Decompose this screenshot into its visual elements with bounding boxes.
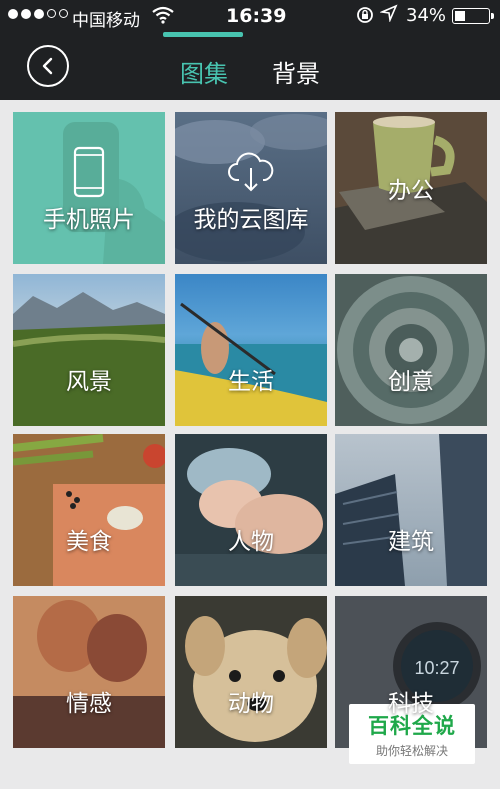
battery-icon xyxy=(452,8,494,24)
category-label: 科技 xyxy=(388,691,434,717)
category-label: 人物 xyxy=(228,529,274,555)
tab-indicator xyxy=(163,32,243,37)
wifi-icon xyxy=(152,6,174,29)
couple-image xyxy=(13,596,165,748)
kayak-image xyxy=(175,302,327,426)
battery-percent: 34% xyxy=(406,5,447,26)
category-label: 手机照片 xyxy=(43,207,135,233)
landscape-image xyxy=(13,292,165,426)
spiral-staircase-image xyxy=(337,276,485,424)
tab-gallery[interactable]: 图集 xyxy=(180,54,228,89)
category-tile-my-cloud[interactable]: 我的云图库 xyxy=(175,112,327,264)
category-label: 动物 xyxy=(228,691,274,717)
status-bar: 中国移动 16:39 34% xyxy=(0,0,500,32)
category-label: 风景 xyxy=(66,369,112,395)
category-tile-phone-photos[interactable]: 手机照片 xyxy=(13,112,165,264)
category-label: 办公 xyxy=(388,178,434,204)
svg-text:10:27: 10:27 xyxy=(414,658,459,678)
category-tile-people[interactable]: 人物 xyxy=(175,434,327,586)
buildings-image xyxy=(335,434,487,586)
tab-background[interactable]: 背景 xyxy=(272,54,320,89)
clock: 16:39 xyxy=(226,5,287,27)
category-label: 我的云图库 xyxy=(193,207,309,233)
back-button[interactable] xyxy=(27,45,69,87)
watermark-subtitle: 助你轻松解决 xyxy=(375,743,448,758)
baby-image xyxy=(175,434,327,586)
phone-icon xyxy=(73,146,105,198)
category-tile-life[interactable]: 生活 xyxy=(175,274,327,426)
rotation-lock-icon xyxy=(356,6,374,29)
location-icon xyxy=(379,4,398,27)
chevron-left-icon xyxy=(42,57,53,75)
category-label: 生活 xyxy=(228,369,274,395)
dog-image xyxy=(175,596,327,748)
category-tile-animal[interactable]: 动物 xyxy=(175,596,327,748)
top-bar: 中国移动 16:39 34% 图集 背景 xyxy=(0,0,500,100)
category-label: 美食 xyxy=(66,529,112,555)
category-tile-food[interactable]: 美食 xyxy=(13,434,165,586)
category-label: 创意 xyxy=(388,369,434,395)
category-label: 情感 xyxy=(66,691,112,717)
cloud-download-icon xyxy=(228,152,274,192)
category-label: 建筑 xyxy=(388,529,434,555)
signal-strength-icon xyxy=(8,9,68,19)
food-image xyxy=(13,434,165,586)
category-tile-architecture[interactable]: 建筑 xyxy=(335,434,487,586)
category-tile-landscape[interactable]: 风景 xyxy=(13,274,165,426)
category-tile-emotion[interactable]: 情感 xyxy=(13,596,165,748)
category-tile-creative[interactable]: 创意 xyxy=(335,274,487,426)
carrier-name: 中国移动 xyxy=(72,11,140,31)
category-tile-office[interactable]: 办公 xyxy=(335,112,487,264)
